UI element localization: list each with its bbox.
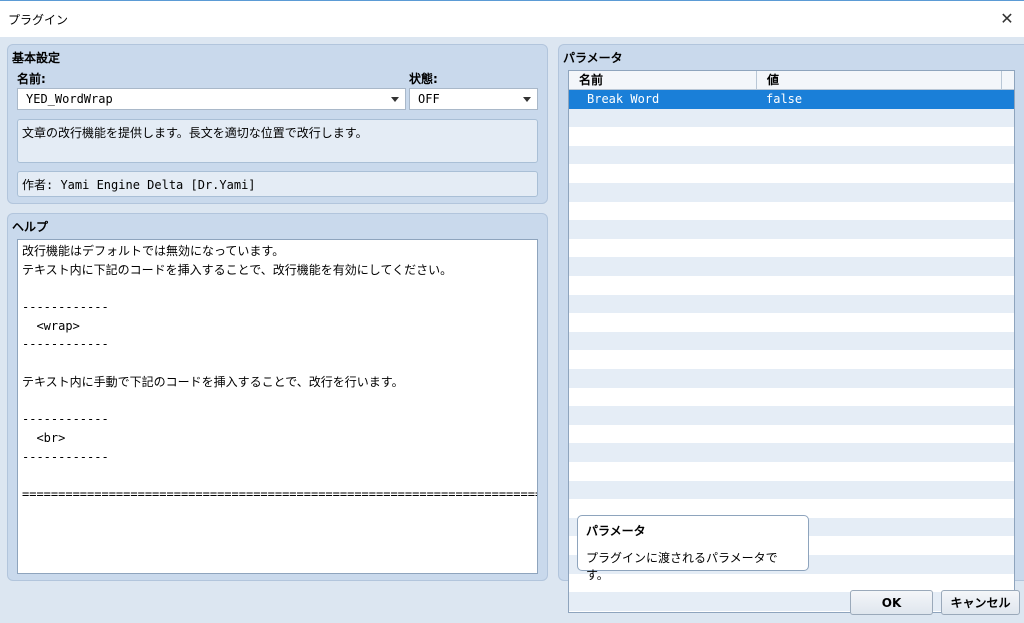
param-name-cell: Break Word [587, 92, 660, 106]
empty-table-row [569, 108, 1014, 128]
column-header-name[interactable]: 名前 [569, 71, 757, 89]
empty-table-row [569, 294, 1014, 314]
basic-settings-title: 基本設定 [12, 51, 61, 65]
help-line [22, 279, 533, 298]
help-line: テキスト内に手動で下記のコードを挿入することで、改行を行います。 [22, 374, 404, 389]
empty-table-row [569, 183, 1014, 202]
tooltip-title: パラメータ [586, 524, 646, 538]
chevron-down-icon [391, 97, 399, 102]
param-value-cell: false [766, 92, 803, 106]
help-line [22, 392, 533, 411]
help-line: ------------ [22, 412, 109, 427]
empty-table-row [569, 480, 1014, 500]
title-bar: プラグイン ✕ [0, 0, 1024, 37]
name-label: 名前: [17, 72, 46, 86]
status-select[interactable]: OFF [409, 88, 538, 110]
tooltip-body: プラグインに渡されるパラメータです。 [586, 551, 778, 582]
empty-table-row [569, 145, 1014, 165]
help-textarea[interactable]: 改行機能はデフォルトでは無効になっています。テキスト内に下記のコードを挿入するこ… [17, 239, 538, 574]
help-line: <br> [22, 430, 66, 445]
empty-table-row [569, 127, 1014, 146]
empty-table-row [569, 406, 1014, 425]
author-box: 作者: Yami Engine Delta [Dr.Yami] [17, 171, 538, 197]
help-line [22, 466, 533, 485]
status-label: 状態: [409, 72, 438, 86]
table-row[interactable]: Break Word false [569, 90, 1014, 109]
help-line: ------------ [22, 337, 109, 352]
status-value: OFF [418, 92, 440, 106]
plugin-name-select[interactable]: YED_WordWrap [17, 88, 406, 110]
empty-table-row [569, 239, 1014, 258]
empty-table-row [569, 276, 1014, 295]
help-line: ------------ [22, 300, 109, 315]
empty-table-row [569, 313, 1014, 332]
chevron-down-icon [523, 97, 531, 102]
empty-table-row [569, 331, 1014, 351]
plugin-name-value: YED_WordWrap [26, 92, 113, 106]
empty-table-row [569, 164, 1014, 183]
empty-table-row [569, 462, 1014, 481]
parameters-panel: パラメータ 名前 値 Break Word false [558, 44, 1024, 613]
empty-table-row [569, 425, 1014, 444]
table-header: 名前 値 [569, 71, 1014, 90]
basic-settings-panel: 基本設定 名前: YED_WordWrap 状態: OFF 文章の改行機能を提供… [7, 44, 548, 204]
empty-table-row [569, 388, 1014, 407]
help-line: テキスト内に下記のコードを挿入することで、改行機能を有効にしてください。 [22, 262, 453, 277]
empty-table-row [569, 350, 1014, 369]
cancel-button[interactable]: キャンセル [941, 590, 1020, 615]
window-title: プラグイン [8, 13, 69, 27]
description-text: 文章の改行機能を提供します。長文を適切な位置で改行します。 [22, 126, 368, 140]
ok-button[interactable]: OK [850, 590, 933, 615]
parameters-title: パラメータ [563, 51, 623, 65]
close-icon[interactable]: ✕ [996, 7, 1018, 29]
empty-table-row [569, 202, 1014, 221]
help-line [22, 354, 533, 373]
parameters-tooltip: パラメータ プラグインに渡されるパラメータです。 [577, 515, 809, 582]
author-text: 作者: Yami Engine Delta [Dr.Yami] [22, 178, 256, 192]
help-title: ヘルプ [12, 220, 49, 234]
empty-table-row [569, 257, 1014, 276]
empty-table-row [569, 443, 1014, 462]
help-panel: ヘルプ 改行機能はデフォルトでは無効になっています。テキスト内に下記のコードを挿… [7, 213, 548, 581]
help-line: ------------ [22, 449, 109, 464]
description-box: 文章の改行機能を提供します。長文を適切な位置で改行します。 [17, 119, 538, 163]
column-header-value[interactable]: 値 [757, 71, 1002, 89]
empty-table-row [569, 220, 1014, 239]
help-line: 改行機能はデフォルトでは無効になっています。 [22, 244, 285, 258]
empty-table-row [569, 369, 1014, 388]
help-line: <wrap> [22, 318, 80, 333]
help-line: ========================================… [22, 486, 538, 501]
